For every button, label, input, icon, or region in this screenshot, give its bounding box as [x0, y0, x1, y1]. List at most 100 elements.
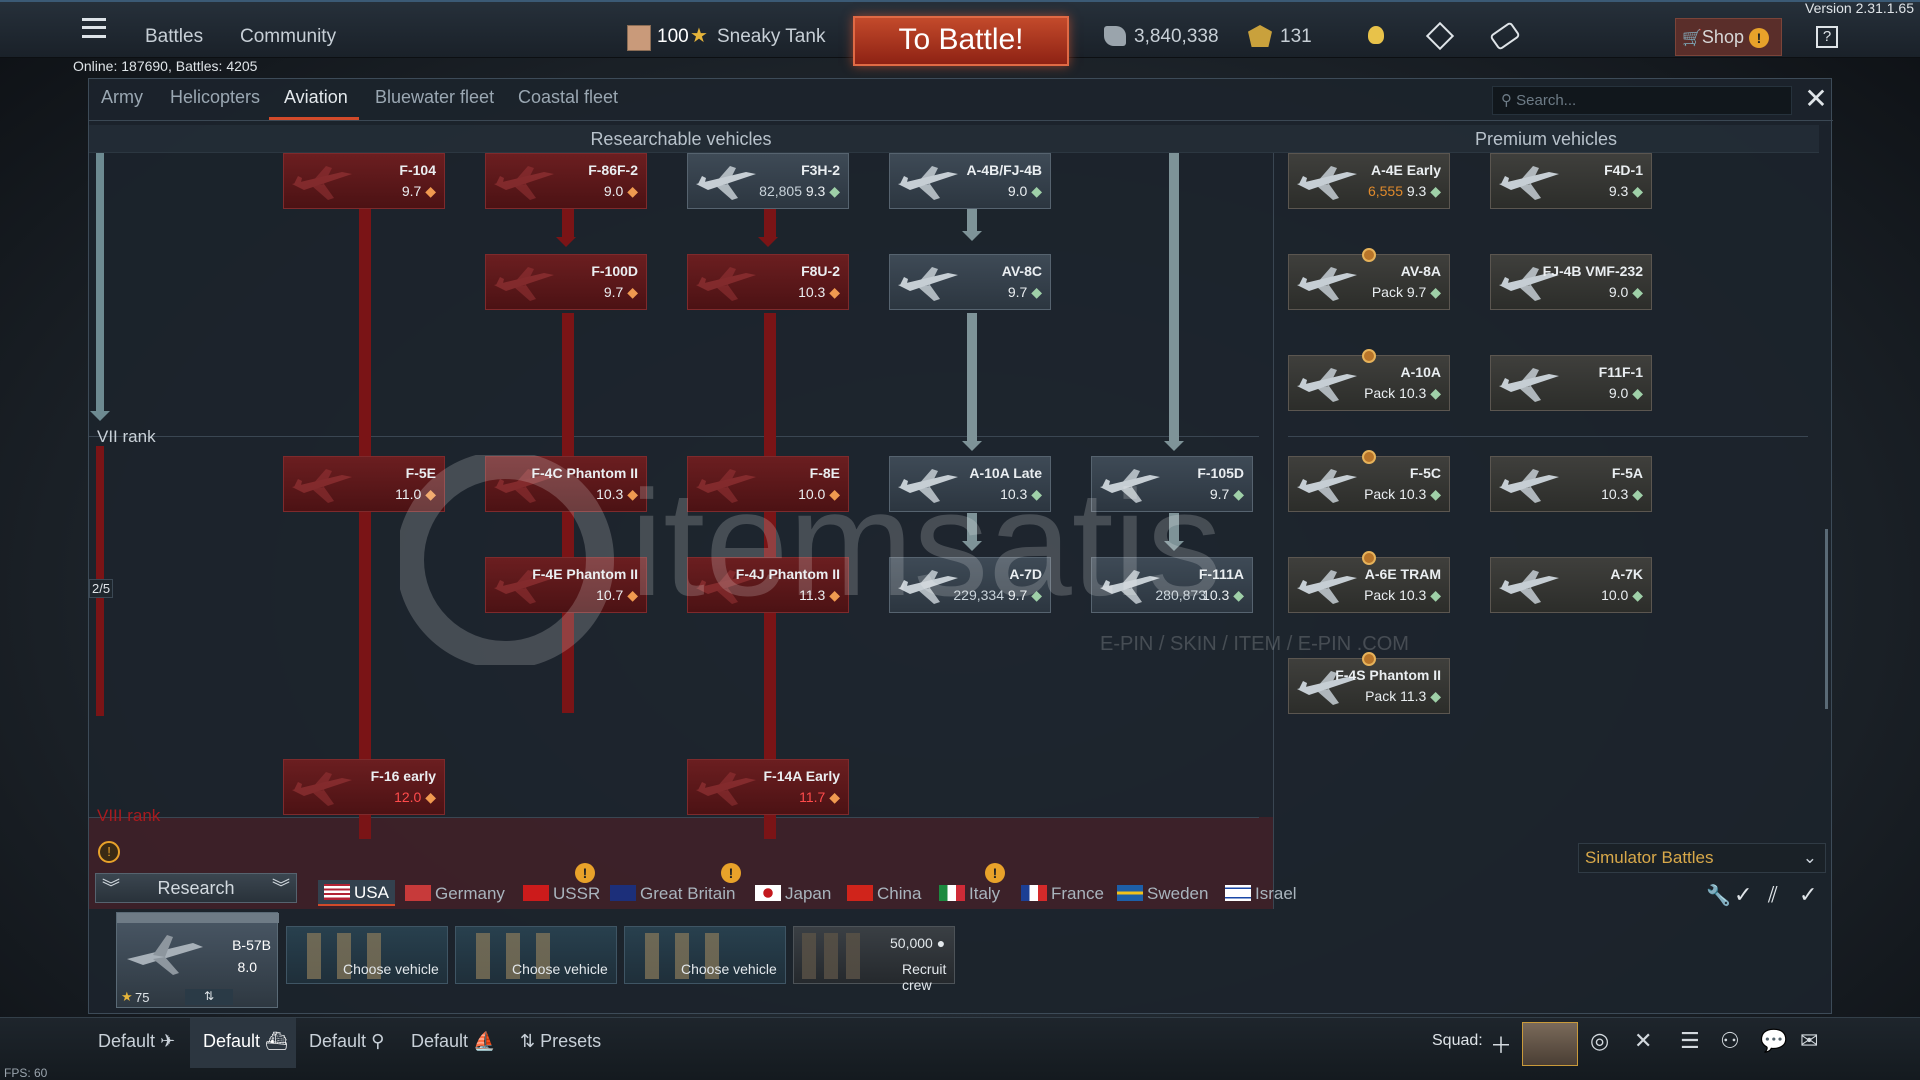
br-diamond-icon: ◆: [1632, 486, 1643, 502]
help-icon[interactable]: ?: [1816, 26, 1838, 48]
wrench-icon[interactable]: 🔧: [1706, 883, 1731, 908]
br-diamond-icon: ◆: [1430, 284, 1441, 300]
research-button[interactable]: ︾ Research ︾: [95, 873, 297, 903]
vehicle-tile[interactable]: F11F-1 9.0 ◆: [1490, 355, 1652, 411]
chat-icon[interactable]: 💬: [1760, 1028, 1787, 1054]
player-name[interactable]: Sneaky Tank: [717, 26, 825, 48]
shop-label: Shop: [1701, 27, 1744, 47]
vehicle-tile[interactable]: F-100D 9.7 ◆: [485, 254, 647, 310]
list-icon[interactable]: ☰: [1680, 1028, 1700, 1054]
check-icon[interactable]: ✓: [1734, 882, 1752, 908]
community-menu[interactable]: Community: [240, 26, 336, 48]
flag-icon: [610, 885, 636, 901]
vehicle-tile[interactable]: F-4S Phantom II Pack 11.3 ◆: [1288, 658, 1450, 714]
preset-naval[interactable]: Default ⛵: [411, 1031, 495, 1052]
tab-aviation[interactable]: Aviation: [284, 87, 348, 108]
golden-eagles-balance[interactable]: 131: [1280, 26, 1312, 48]
friends-icon[interactable]: ⚇: [1720, 1028, 1740, 1054]
country-tab-italy[interactable]: Italy: [939, 884, 1000, 904]
research-points: 229,334: [953, 587, 1004, 603]
vehicle-tile[interactable]: F-4E Phantom II 10.7 ◆: [485, 557, 647, 613]
rank-viii-divider: [89, 817, 1259, 818]
mail-icon[interactable]: ✉: [1800, 1028, 1818, 1054]
battle-mode-select[interactable]: Simulator Battles ⌄: [1578, 843, 1826, 873]
country-tab-great-britain[interactable]: Great Britain: [610, 884, 735, 904]
empty-crew-slot[interactable]: Choose vehicle: [286, 926, 448, 984]
empty-crew-slot[interactable]: Choose vehicle: [624, 926, 786, 984]
preset-aviation[interactable]: Default ✈: [98, 1031, 175, 1052]
avatar[interactable]: [627, 25, 651, 51]
vehicle-tile[interactable]: F4D-1 9.3 ◆: [1490, 153, 1652, 209]
to-battle-button[interactable]: To Battle!: [853, 16, 1069, 66]
country-tab-france[interactable]: France: [1021, 884, 1104, 904]
b57b-plane-icon: [127, 935, 203, 975]
vehicle-tile[interactable]: A-4E Early 9.3 ◆ 6,555: [1288, 153, 1450, 209]
flag-icon: [1225, 885, 1251, 901]
vehicle-tile[interactable]: A-10A Late 10.3 ◆: [889, 456, 1051, 512]
vehicle-tile[interactable]: AV-8A Pack 9.7 ◆: [1288, 254, 1450, 310]
scrollbar[interactable]: [1825, 529, 1828, 709]
vehicle-tile[interactable]: A-6E TRAM Pack 10.3 ◆: [1288, 557, 1450, 613]
gamepad-icon[interactable]: ◎: [1590, 1028, 1609, 1054]
country-tab-sweden[interactable]: Sweden: [1117, 884, 1208, 904]
swap-icon[interactable]: ⇅: [185, 989, 233, 1005]
repair-all-icon[interactable]: ⫽: [1768, 882, 1778, 908]
country-tab-china[interactable]: China: [847, 884, 921, 904]
researchable-header: Researchable vehicles: [89, 125, 1273, 153]
preset-helicopter[interactable]: Default ⚲: [309, 1031, 384, 1052]
vehicle-tile[interactable]: FJ-4B VMF-232 9.0 ◆: [1490, 254, 1652, 310]
alert-icon[interactable]: !: [98, 841, 120, 863]
close-squad-icon[interactable]: ✕: [1634, 1028, 1652, 1054]
vehicle-tile[interactable]: F-5A 10.3 ◆: [1490, 456, 1652, 512]
squad-avatar[interactable]: [1522, 1022, 1578, 1066]
vehicle-tile[interactable]: F-105D 9.7 ◆: [1091, 456, 1253, 512]
tab-coastal-fleet[interactable]: Coastal fleet: [518, 87, 618, 108]
country-tab-japan[interactable]: Japan: [755, 884, 831, 904]
close-icon[interactable]: ✕: [1802, 85, 1830, 113]
empty-crew-slot[interactable]: Choose vehicle: [455, 926, 617, 984]
vehicle-tile[interactable]: F-14A Early 11.7 ◆: [687, 759, 849, 815]
vehicle-tile[interactable]: F-104 9.7 ◆: [283, 153, 445, 209]
marketplace-icon[interactable]: [1425, 21, 1455, 51]
silver-lions-balance[interactable]: 3,840,338: [1134, 26, 1219, 48]
add-squad-icon[interactable]: ＋: [1490, 1028, 1512, 1060]
tab-bluewater-fleet[interactable]: Bluewater fleet: [375, 87, 494, 108]
crew-figures-icon: [802, 933, 862, 979]
pack-badge-icon: [1362, 349, 1376, 363]
menu-icon[interactable]: [82, 18, 106, 38]
vehicle-tile[interactable]: A-7D 9.7 ◆ 229,334: [889, 557, 1051, 613]
check-all-icon[interactable]: ✓: [1799, 882, 1817, 908]
vehicle-tile[interactable]: A-10A Pack 10.3 ◆: [1288, 355, 1450, 411]
vehicle-tile[interactable]: F8U-2 10.3 ◆: [687, 254, 849, 310]
tab-helicopters[interactable]: Helicopters: [170, 87, 260, 108]
vehicle-name: F-5A: [1611, 465, 1643, 481]
presets-button[interactable]: ⇅ Presets: [520, 1031, 601, 1052]
country-tab-israel[interactable]: Israel: [1225, 884, 1297, 904]
rank-progress-counter: 2/5: [89, 579, 114, 598]
recruit-crew-slot[interactable]: 50,000 ● Recruit crew: [793, 926, 955, 993]
vehicle-tile[interactable]: F-4J Phantom II 11.3 ◆: [687, 557, 849, 613]
vehicle-tile[interactable]: A-4B/FJ-4B 9.0 ◆: [889, 153, 1051, 209]
vehicle-tile[interactable]: F-86F-2 9.0 ◆: [485, 153, 647, 209]
country-tab-germany[interactable]: Germany: [405, 884, 505, 904]
vehicle-tile[interactable]: A-7K 10.0 ◆: [1490, 557, 1652, 613]
country-tab-ussr[interactable]: USSR: [523, 884, 600, 904]
vehicle-tile[interactable]: AV-8C 9.7 ◆: [889, 254, 1051, 310]
vehicle-tile[interactable]: F-8E 10.0 ◆: [687, 456, 849, 512]
search-input[interactable]: ⚲ Search...: [1492, 86, 1792, 115]
vehicle-tile[interactable]: F-4C Phantom II 10.3 ◆: [485, 456, 647, 512]
coupon-icon[interactable]: [1489, 21, 1521, 51]
vehicle-tile[interactable]: F-16 early 12.0 ◆: [283, 759, 445, 815]
vehicle-tile[interactable]: F3H-2 9.3 ◆ 82,805: [687, 153, 849, 209]
preset-fleet[interactable]: Default ⛴: [203, 1031, 288, 1052]
lightbulb-icon[interactable]: [1368, 26, 1384, 44]
shop-button[interactable]: 🛒Shop !: [1675, 18, 1782, 56]
vehicle-tile[interactable]: F-5E 11.0 ◆: [283, 456, 445, 512]
battles-menu[interactable]: Battles: [145, 26, 203, 48]
crew-slot-selected[interactable]: B-57B 8.0 ★ 75 ⇅: [116, 912, 279, 1008]
country-tab-usa[interactable]: USA: [318, 880, 395, 906]
tab-army[interactable]: Army: [101, 87, 143, 108]
vehicle-tile[interactable]: F-111A 10.3 ◆ 280,873: [1091, 557, 1253, 613]
collapse-left-icon: ︾: [102, 878, 120, 898]
vehicle-tile[interactable]: F-5C Pack 10.3 ◆: [1288, 456, 1450, 512]
